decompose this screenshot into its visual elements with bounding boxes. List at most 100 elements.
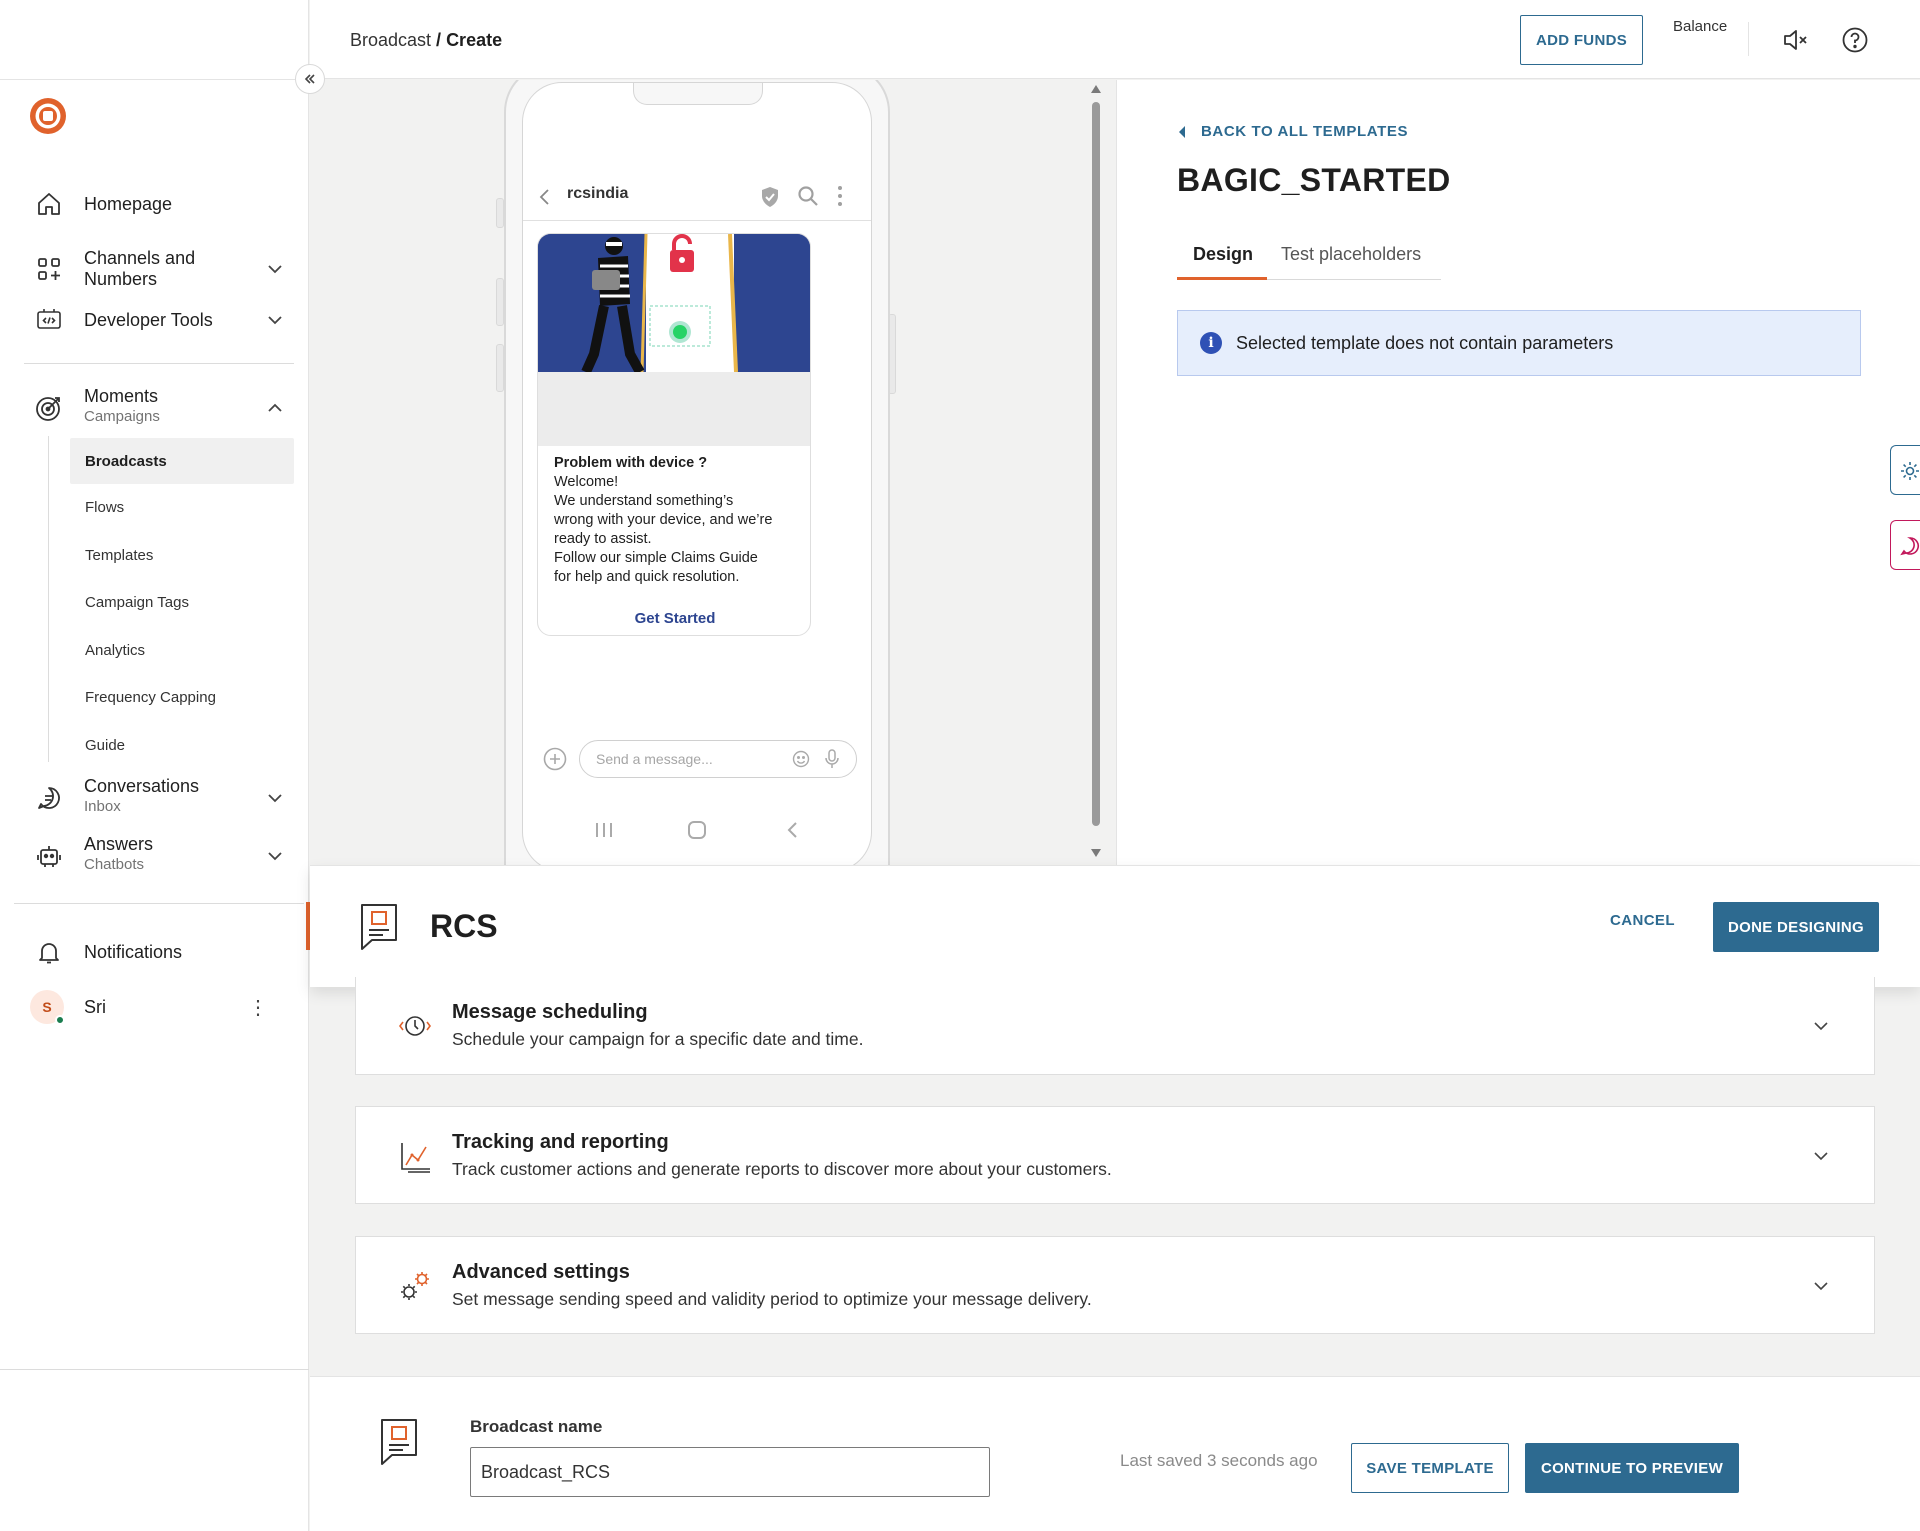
active-tab-indicator — [1177, 277, 1267, 280]
cancel-button[interactable]: CANCEL — [1610, 912, 1675, 929]
section-tracking-reporting[interactable]: Tracking and reporting Track customer ac… — [355, 1106, 1875, 1204]
sidebar-subitem-frequency-capping[interactable]: Frequency Capping — [70, 674, 294, 720]
header-separator — [1748, 22, 1749, 56]
sidebar-item-homepage[interactable]: Homepage — [34, 189, 292, 219]
search-icon[interactable] — [797, 185, 819, 207]
sidebar-item-label: Notifications — [84, 941, 183, 962]
grid-plus-icon — [34, 254, 64, 284]
home-button-icon[interactable] — [687, 820, 707, 840]
chat-icon — [34, 783, 64, 813]
sidebar-subitem-analytics[interactable]: Analytics — [70, 627, 294, 673]
robot-icon — [34, 841, 64, 871]
scroll-down-arrow-icon[interactable] — [1090, 848, 1102, 858]
section-message-scheduling[interactable]: Message scheduling Schedule your campaig… — [355, 977, 1875, 1075]
sidebar-item-moments[interactable]: Moments Campaigns — [34, 386, 292, 430]
bell-icon — [34, 937, 64, 967]
phone-side-button — [496, 278, 504, 326]
rcs-card-line: Welcome! — [554, 474, 619, 490]
clock-arrows-icon — [399, 1016, 431, 1036]
tab-test-placeholders[interactable]: Test placeholders — [1281, 244, 1421, 265]
sidebar-item-label: Developer Tools — [84, 309, 213, 330]
compose-message-field[interactable]: Send a message... — [579, 740, 857, 778]
double-chevron-left-icon — [304, 74, 315, 84]
sidebar-item-developer-tools[interactable]: Developer Tools — [34, 305, 292, 335]
last-saved-status: Last saved 3 seconds ago — [1120, 1451, 1318, 1470]
kebab-menu-icon[interactable]: ⋮ — [248, 995, 268, 1020]
sidebar-item-answers[interactable]: Answers Chatbots — [34, 834, 292, 878]
speaker-muted-icon[interactable] — [1780, 25, 1810, 55]
sidebar-subitem-guide[interactable]: Guide — [70, 722, 294, 768]
sidebar-user[interactable]: S Sri ⋮ — [30, 990, 288, 1025]
rcs-message-icon — [361, 904, 397, 950]
back-to-templates-link[interactable]: BACK TO ALL TEMPLATES — [1177, 123, 1408, 140]
rcs-card-line: Follow our simple Claims Guide — [554, 550, 758, 566]
sidebar-item-channels[interactable]: Channels and Numbers — [34, 247, 292, 291]
sidebar-item-label: Moments Campaigns — [84, 386, 160, 427]
chevron-down-icon — [268, 265, 282, 274]
scroll-up-arrow-icon[interactable] — [1090, 84, 1102, 94]
section-description: Schedule your campaign for a specific da… — [452, 1029, 864, 1049]
template-details-panel: BACK TO ALL TEMPLATES BAGIC_STARTED Desi… — [1116, 80, 1920, 865]
broadcast-name-label: Broadcast name — [470, 1417, 603, 1436]
rcs-chat-header: rcsindia — [523, 171, 871, 221]
phone-side-button — [496, 198, 504, 228]
caret-left-icon — [1179, 125, 1185, 138]
sidebar-item-notifications[interactable]: Notifications — [34, 937, 292, 967]
save-template-button[interactable]: SAVE TEMPLATE — [1351, 1443, 1509, 1493]
tab-design[interactable]: Design — [1193, 244, 1253, 265]
balance-label: Balance — [1673, 18, 1728, 35]
sidebar-divider — [24, 363, 294, 364]
rcs-card-line: ready to assist. — [554, 531, 652, 547]
phone-notch — [633, 83, 763, 105]
channel-design-bar: RCS CANCEL DONE DESIGNING — [310, 865, 1920, 987]
user-name: Sri — [84, 996, 106, 1017]
chevron-down-icon — [268, 794, 282, 803]
conversations-label: Conversations — [84, 776, 200, 796]
floating-feedback-tab[interactable] — [1890, 520, 1920, 570]
target-icon — [34, 393, 64, 423]
info-icon: i — [1200, 332, 1222, 354]
info-message: Selected template does not contain param… — [1236, 332, 1614, 353]
emoji-icon[interactable] — [792, 750, 810, 768]
add-funds-button[interactable]: ADD FUNDS — [1520, 15, 1643, 65]
scrollbar-thumb[interactable] — [1092, 102, 1100, 826]
chevron-down-icon — [1814, 1282, 1828, 1291]
home-icon — [34, 189, 64, 219]
chevron-down-icon — [1814, 1022, 1828, 1031]
phone-side-button — [496, 344, 504, 392]
sidebar-subitem-templates[interactable]: Templates — [70, 532, 294, 578]
continue-to-preview-button[interactable]: CONTINUE TO PREVIEW — [1525, 1443, 1739, 1493]
preview-scrollbar[interactable] — [1088, 80, 1104, 865]
sidebar-subitem-broadcasts[interactable]: Broadcasts — [70, 438, 294, 484]
broadcast-name-input[interactable] — [470, 1447, 990, 1497]
section-title: Advanced settings — [452, 1261, 630, 1283]
section-title: Message scheduling — [452, 1001, 648, 1023]
sidebar-item-label: Answers Chatbots — [84, 834, 153, 875]
floating-settings-tab[interactable] — [1890, 445, 1920, 495]
brand-logo-icon[interactable] — [28, 96, 68, 136]
breadcrumb-parent[interactable]: Broadcast — [350, 30, 431, 50]
sidebar-subitem-flows[interactable]: Flows — [70, 484, 294, 530]
section-description: Track customer actions and generate repo… — [452, 1159, 1112, 1179]
help-circle-icon[interactable] — [1840, 25, 1870, 55]
sidebar-item-conversations[interactable]: Conversations Inbox — [34, 776, 292, 820]
rcs-card-cta-button[interactable]: Get Started — [538, 610, 810, 627]
recent-apps-icon[interactable] — [593, 821, 615, 839]
done-designing-button[interactable]: DONE DESIGNING — [1713, 902, 1879, 952]
more-vertical-icon[interactable] — [837, 185, 843, 207]
sidebar-collapse-button[interactable] — [295, 64, 325, 94]
conversations-sublabel: Inbox — [84, 798, 121, 815]
back-arrow-icon[interactable] — [537, 187, 553, 207]
sidebar-item-label: Conversations Inbox — [84, 776, 199, 817]
rcs-card-line: We understand something’s — [554, 493, 734, 509]
section-advanced-settings[interactable]: Advanced settings Set message sending sp… — [355, 1236, 1875, 1334]
microphone-icon[interactable] — [824, 748, 840, 770]
add-attachment-icon[interactable] — [543, 747, 567, 771]
sidebar-item-label: Homepage — [84, 193, 173, 214]
nav-back-icon[interactable] — [785, 821, 799, 839]
avatar-initial: S — [42, 999, 52, 1015]
template-tabs: Design Test placeholders — [1177, 242, 1441, 280]
rcs-card-line: wrong with your device, and we’re — [554, 512, 773, 528]
broadcast-footer: Broadcast name Last saved 3 seconds ago … — [310, 1376, 1920, 1531]
sidebar-subitem-campaign-tags[interactable]: Campaign Tags — [70, 579, 294, 625]
